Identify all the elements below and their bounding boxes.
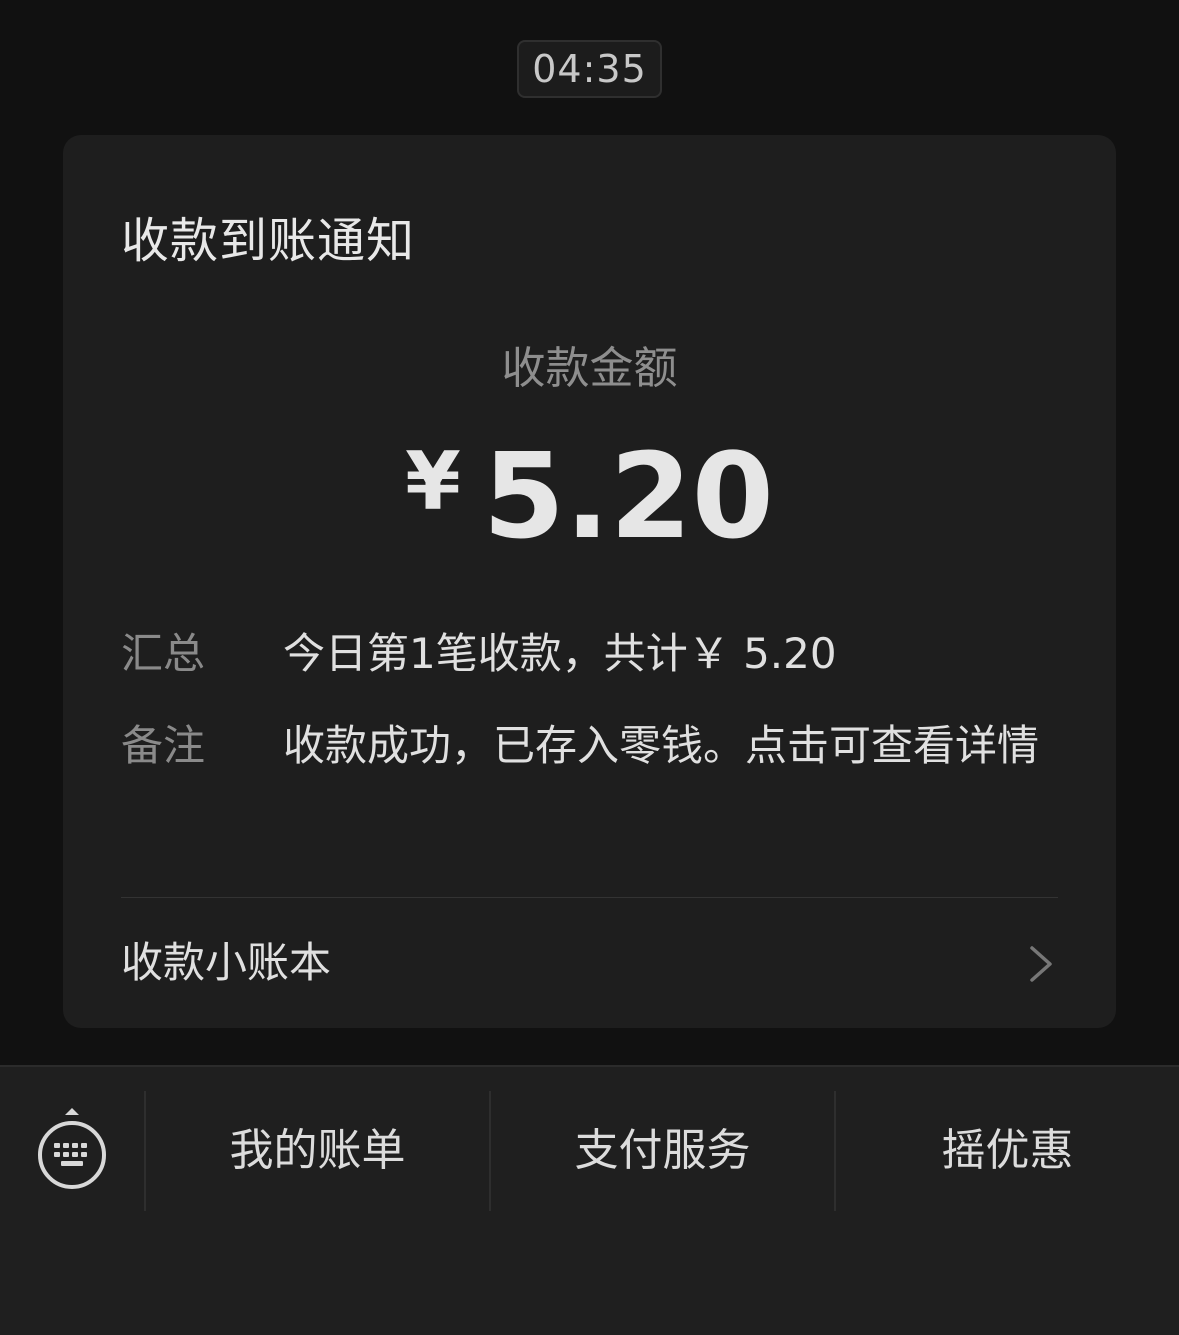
service-menu-bar: 我的账单 支付服务 摇优惠 [0,1065,1179,1335]
menu-item-payment-services[interactable]: 支付服务 [491,1091,834,1211]
summary-value: 今日第1笔收款，共计￥ 5.20 [283,629,837,678]
chat-screen: 04:35 收款到账通知 收款金额 ¥5.20 汇总 今日第1笔收款，共计￥ 5… [0,0,1179,1335]
keyboard-icon [38,1108,106,1189]
ledger-link-label: 收款小账本 [121,938,332,987]
ledger-link[interactable]: 收款小账本 [63,898,1116,1028]
amount-label: 收款金额 [501,343,678,394]
menu-item-my-bills[interactable]: 我的账单 [146,1091,489,1211]
amount-value: 5.20 [482,427,774,565]
summary-key: 汇总 [121,629,206,678]
keyboard-toggle-button[interactable] [34,1107,110,1197]
card-title: 收款到账通知 [121,213,416,269]
note-value: 收款成功，已存入零钱。点击可查看详情 [283,721,1040,770]
menu-item-shake-deals[interactable]: 摇优惠 [836,1091,1179,1211]
amount-display: ¥5.20 [63,431,1116,597]
chevron-right-icon [1030,946,1052,982]
message-timestamp: 04:35 [517,40,662,98]
payment-notification-card[interactable]: 收款到账通知 收款金额 ¥5.20 汇总 今日第1笔收款，共计￥ 5.20 备注… [63,135,1116,1028]
note-key: 备注 [121,721,206,770]
currency-symbol: ¥ [405,435,461,528]
